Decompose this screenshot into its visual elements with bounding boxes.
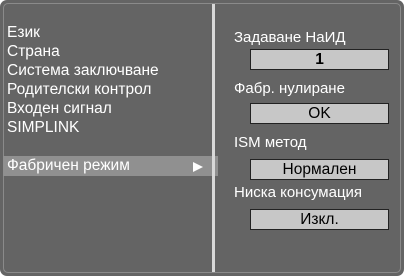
low-power-value[interactable]: Изкл. [250,209,389,230]
menu-item-label: Родителски контрол [7,81,152,98]
menu-item-label: Фабричен режим [7,157,130,174]
ism-method-label: ISM метод [234,134,307,151]
set-id-label: Задаване НаИД [234,29,346,46]
menu-item-factory-mode[interactable]: Фабричен режим [3,156,218,176]
menu-item-country[interactable]: Страна [3,42,218,61]
ism-method-value[interactable]: Нормален [250,159,389,180]
panel-divider [212,4,215,272]
menu-item-input-signal[interactable]: Входен сигнал [3,99,218,118]
set-id-value[interactable]: 1 [250,49,389,70]
main-menu-list: Език Страна Система заключване Родителск… [3,3,218,273]
factory-reset-label: Фабр. нулиране [234,80,345,97]
menu-item-simplink[interactable]: SIMPLINK [3,118,218,137]
factory-reset-button[interactable]: OK [250,103,389,124]
menu-item-label: SIMPLINK [7,119,80,136]
menu-item-label: Система заключване [7,62,159,79]
menu-item-label: Входен сигнал [7,100,112,117]
factory-mode-submenu: Задаване НаИД 1 Фабр. нулиране OK ISM ме… [217,3,401,273]
menu-item-lock-system[interactable]: Система заключване [3,61,218,80]
submenu-arrow-icon [193,162,203,172]
osd-menu-window: Език Страна Система заключване Родителск… [0,0,404,276]
low-power-label: Ниска консумация [234,184,363,201]
menu-item-label: Език [7,24,40,41]
menu-item-label: Страна [7,43,60,60]
menu-item-language[interactable]: Език [3,23,218,42]
menu-item-parental-control[interactable]: Родителски контрол [3,80,218,99]
